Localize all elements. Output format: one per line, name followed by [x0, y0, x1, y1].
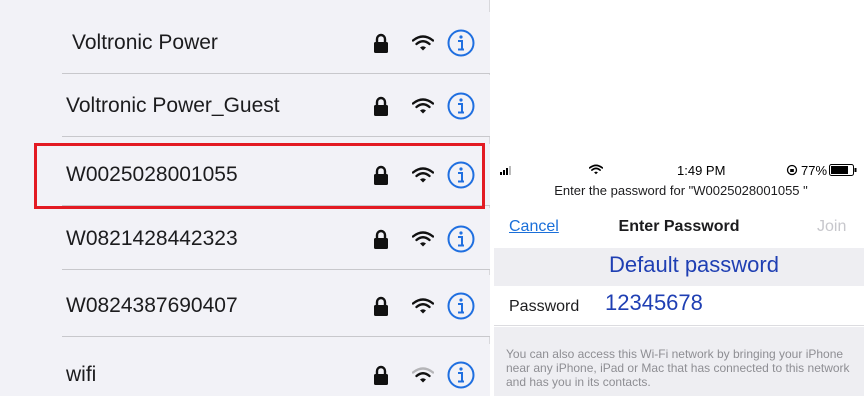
wifi-network-name: W0824387690407 — [66, 294, 238, 317]
password-prompt: Enter the password for "W0025028001055 " — [554, 183, 808, 198]
info-icon[interactable] — [447, 225, 475, 253]
wifi-row[interactable]: Voltronic Power_Guest — [0, 75, 490, 137]
lock-icon — [374, 229, 388, 249]
wifi-row[interactable]: W0821428442323 — [0, 208, 490, 270]
battery-icon — [829, 164, 857, 176]
orientation-lock-icon — [786, 164, 798, 176]
wifi-row[interactable]: W0824387690407 — [0, 275, 490, 337]
info-icon[interactable] — [447, 92, 475, 120]
info-icon[interactable] — [447, 361, 475, 389]
password-field-row[interactable]: Password 12345678 — [494, 286, 864, 326]
wifi-icon — [412, 35, 434, 51]
status-wifi-icon — [589, 164, 603, 175]
wifi-row[interactable]: Voltronic Power — [0, 12, 490, 74]
signal-icon — [500, 166, 511, 175]
wifi-network-name: Voltronic Power_Guest — [66, 94, 280, 117]
row-separator — [62, 136, 490, 137]
battery-percentage: 77% — [801, 163, 828, 178]
lock-icon — [374, 365, 388, 385]
wifi-row[interactable]: wifi — [0, 344, 490, 396]
lock-icon — [374, 33, 388, 53]
join-button[interactable]: Join — [817, 218, 846, 236]
row-separator — [62, 205, 490, 206]
row-separator — [62, 269, 490, 270]
wifi-network-name: W0025028001055 — [66, 163, 238, 186]
lock-icon — [374, 165, 388, 185]
nav-title: Enter Password — [618, 218, 740, 235]
status-time: 1:49 PM — [677, 163, 726, 178]
wifi-icon — [412, 231, 434, 247]
wifi-network-name: Voltronic Power — [72, 31, 218, 54]
wifi-row-selected[interactable]: W0025028001055 — [0, 144, 490, 206]
password-label: Password — [509, 298, 580, 315]
info-icon[interactable] — [447, 29, 475, 57]
wifi-icon — [412, 298, 434, 314]
password-screen: 1:49 PM 77% Enter the password for "W002… — [494, 152, 864, 396]
status-bar: 1:49 PM 77% — [494, 152, 864, 184]
lock-icon — [374, 96, 388, 116]
lock-icon — [374, 296, 388, 316]
wifi-icon — [412, 98, 434, 114]
info-icon[interactable] — [447, 161, 475, 189]
wifi-icon — [412, 167, 434, 183]
info-icon[interactable] — [447, 292, 475, 320]
row-separator — [62, 336, 490, 337]
hint-area: You can also access this Wi-Fi network b… — [494, 327, 864, 396]
wifi-weak-icon — [412, 367, 434, 383]
nav-bar: Cancel Enter Password Join — [494, 210, 864, 246]
wifi-network-list: Voltronic Power Voltronic Power_Guest W0… — [0, 0, 490, 396]
row-separator — [62, 73, 490, 74]
wifi-network-name: wifi — [66, 363, 97, 386]
password-input[interactable]: 12345678 — [605, 290, 703, 316]
share-wifi-hint: You can also access this Wi-Fi network b… — [506, 347, 850, 389]
wifi-network-name: W0821428442323 — [66, 227, 238, 250]
